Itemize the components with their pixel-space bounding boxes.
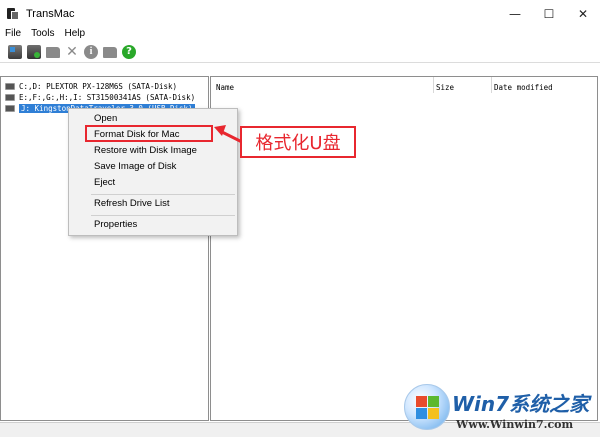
menu-help[interactable]: Help [59, 28, 90, 39]
windows-logo-icon [404, 384, 450, 430]
maximize-button[interactable]: ☐ [532, 0, 566, 28]
watermark: Win7系统之家 Www.Winwin7.com [400, 380, 600, 437]
menu-separator [91, 194, 235, 195]
column-header-name[interactable]: Name [216, 83, 234, 92]
annotation-text: 格式化U盘 [255, 133, 341, 154]
disk-add-icon[interactable] [27, 44, 41, 59]
title-bar: TransMac — ☐ ✕ [0, 0, 600, 28]
menu-tools[interactable]: Tools [26, 28, 59, 39]
transmac-app-icon [6, 7, 20, 21]
watermark-brand: Win7系统之家 [452, 392, 590, 416]
annotation-callout: 格式化U盘 [240, 126, 356, 158]
delete-icon[interactable]: ✕ [65, 45, 79, 59]
usb-drive-icon [5, 105, 15, 112]
drive-item-e[interactable]: E:,F:,G:,H:,I: ST31500341AS (SATA-Disk) [5, 92, 195, 103]
toolbar: ✕ i ? [0, 41, 600, 63]
menu-separator [91, 215, 235, 216]
close-button[interactable]: ✕ [566, 0, 600, 28]
drive-label: E:,F:,G:,H:,I: ST31500341AS (SATA-Disk) [19, 93, 196, 102]
menu-item-restore-with-disk-image[interactable]: Restore with Disk Image [69, 143, 237, 159]
minimize-button[interactable]: — [498, 0, 532, 28]
column-divider[interactable] [491, 77, 492, 93]
folder-icon[interactable] [46, 47, 60, 58]
annotation-highlight-box [85, 125, 213, 142]
watermark-url: Www.Winwin7.com [456, 418, 574, 431]
disk-icon[interactable] [8, 44, 22, 59]
window-controls: — ☐ ✕ [498, 0, 600, 28]
column-divider[interactable] [433, 77, 434, 93]
drive-icon [5, 94, 15, 101]
drive-icon [5, 83, 15, 90]
info-icon[interactable]: i [84, 44, 98, 59]
menu-bar: File Tools Help [0, 25, 600, 41]
column-header-date-modified[interactable]: Date modified [494, 83, 553, 92]
column-header-size[interactable]: Size [436, 83, 454, 92]
folder-icon[interactable] [103, 47, 117, 58]
drive-item-c[interactable]: C:,D: PLEXTOR PX-128M6S (SATA-Disk) [5, 81, 177, 92]
menu-item-properties[interactable]: Properties [69, 217, 237, 233]
help-icon[interactable]: ? [122, 44, 136, 59]
menu-item-refresh-drive-list[interactable]: Refresh Drive List [69, 196, 237, 212]
menu-item-eject[interactable]: Eject [69, 175, 237, 191]
menu-file[interactable]: File [0, 28, 26, 39]
drive-label: C:,D: PLEXTOR PX-128M6S (SATA-Disk) [19, 82, 178, 91]
window-title: TransMac [26, 8, 75, 20]
menu-item-save-image-of-disk[interactable]: Save Image of Disk [69, 159, 237, 175]
